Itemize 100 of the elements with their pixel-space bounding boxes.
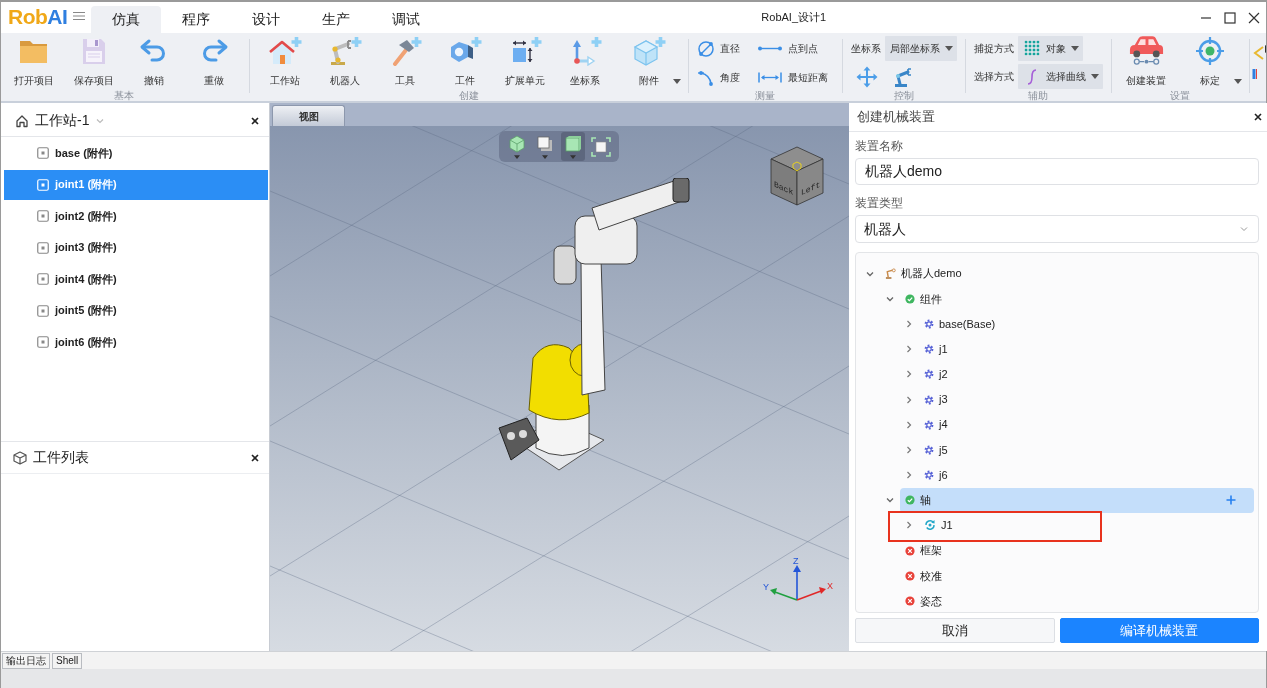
caret-icon [1090, 74, 1099, 80]
chevron-right-icon[interactable] [904, 369, 914, 380]
compile-button[interactable]: 编译机械装置 [1059, 618, 1259, 643]
shaded-cube-icon [507, 134, 527, 154]
field-label: 装置类型 [855, 196, 904, 210]
tab[interactable]: Shell [52, 652, 83, 669]
move-arrows-icon[interactable] [855, 65, 878, 88]
tree-item[interactable]: joint6 (附件) [4, 327, 268, 357]
gear-icon [924, 394, 934, 405]
app-logo: RobAI [8, 5, 68, 29]
tree-item[interactable]: j1 [919, 339, 952, 360]
tree-item[interactable]: joint2 (附件) [4, 201, 268, 231]
add-icon[interactable] [1226, 495, 1236, 506]
ribbon-menu-button[interactable]: 附件 [614, 33, 683, 90]
close-icon[interactable] [1248, 11, 1260, 24]
dropdown[interactable]: 选择曲线 [1017, 64, 1103, 90]
ribbon-button[interactable]: 坐标系 [554, 33, 615, 90]
station-dropdown[interactable]: 工作站-1 [15, 110, 106, 131]
group-label: 测量 [755, 90, 776, 102]
caret-icon [944, 45, 953, 51]
tree-item[interactable]: 组件 [899, 288, 946, 309]
group-label: 控制 [893, 90, 914, 102]
ribbon-button[interactable]: 扩展单元 [494, 33, 555, 90]
layered-squares-icon [535, 134, 555, 154]
tree-item[interactable]: 框架 [899, 540, 946, 561]
tree-item[interactable]: joint3 (附件) [4, 232, 268, 263]
ribbon-button[interactable]: 撤销 [124, 33, 184, 90]
close-icon[interactable] [1254, 113, 1262, 121]
tree-item[interactable]: j6 [919, 465, 952, 486]
chevron-right-icon[interactable] [904, 520, 914, 531]
caret-icon [672, 78, 681, 84]
fit-view-icon [591, 136, 611, 157]
chevron-right-icon[interactable] [904, 419, 914, 430]
tree-item[interactable]: base (附件) [4, 138, 268, 168]
group-label: 辅助 [1028, 90, 1049, 102]
menu-icon[interactable] [73, 11, 86, 21]
rotate-icon [924, 519, 936, 532]
chevron-right-icon[interactable] [904, 318, 914, 329]
ribbon-button[interactable]: 最短距离 [753, 64, 838, 91]
angle-icon [697, 68, 716, 87]
tree-item[interactable]: joint5 (附件) [4, 295, 268, 326]
tree-item[interactable]: joint4 (附件) [4, 264, 268, 294]
chevron-right-icon[interactable] [904, 470, 914, 481]
dot-grid-icon [1022, 39, 1041, 58]
maximize-icon[interactable] [1224, 11, 1236, 24]
ribbon-button[interactable]: 角度 [693, 64, 754, 91]
tree-item[interactable]: 校准 [899, 565, 946, 586]
distance-icon [757, 72, 784, 83]
gear-icon [924, 470, 934, 481]
cancel-button[interactable]: 取消 [855, 618, 1055, 643]
ribbon-button[interactable]: 创建装置 [1116, 33, 1177, 90]
tab[interactable]: 输出日志 [2, 652, 50, 669]
tree-item[interactable]: j2 [919, 364, 952, 385]
tab[interactable]: 设计 [231, 6, 302, 33]
tree-item[interactable]: j3 [919, 389, 952, 410]
tab[interactable]: 生产 [301, 6, 372, 33]
ribbon-menu-button[interactable]: 标定 [1176, 33, 1245, 90]
view-tab[interactable]: 视图 [272, 105, 345, 126]
tree-item[interactable]: j4 [919, 414, 952, 435]
dropdown[interactable]: 局部坐标系 [884, 35, 957, 61]
select-field[interactable]: 机器人 [855, 215, 1259, 243]
panel-title: 工件列表 [33, 448, 89, 467]
ribbon-button[interactable]: 重做 [184, 33, 244, 90]
chevron-right-icon[interactable] [904, 344, 914, 355]
ribbon-button[interactable]: 工件 [434, 33, 495, 90]
window-title: RobAI_设计1 [761, 10, 827, 26]
tree-item[interactable]: j5 [919, 439, 952, 460]
ribbon-button[interactable]: 工具 [374, 33, 435, 90]
combo-label: 选择方式 [973, 70, 1014, 85]
gear-icon [924, 318, 934, 329]
point-line-icon [757, 46, 784, 51]
tab[interactable]: 程序 [161, 6, 232, 33]
tree-item[interactable]: 姿态 [899, 591, 946, 612]
chevron-right-icon[interactable] [904, 444, 914, 455]
ribbon-button[interactable]: 机器人 [314, 33, 375, 90]
dropdown[interactable]: 对象 [1017, 35, 1083, 61]
house-plus-icon [267, 36, 302, 66]
close-icon[interactable] [251, 116, 259, 125]
ribbon-button[interactable]: 工作站 [254, 33, 315, 90]
ribbon-button[interactable]: 保存项目 [64, 33, 124, 90]
tree-item[interactable]: 机器人demo [880, 263, 966, 284]
close-icon[interactable] [251, 453, 259, 462]
cube-outline-icon [13, 450, 27, 465]
input-field[interactable]: 机器人demo [855, 158, 1259, 185]
combo-label: 坐标系 [850, 41, 881, 56]
tab[interactable]: 调试 [371, 6, 442, 33]
view-cube[interactable]: Back Left [767, 145, 827, 207]
ribbon-button[interactable]: 直径 [693, 35, 754, 62]
view-tool-button[interactable] [561, 132, 585, 161]
gear-icon [924, 369, 934, 380]
tree-item[interactable]: 轴 [899, 487, 1254, 513]
combo-label: 捕捉方式 [973, 41, 1014, 56]
chevron-right-icon[interactable] [904, 394, 914, 405]
ribbon-button[interactable]: 打开项目 [4, 33, 64, 90]
ribbon-button[interactable]: 点到点 [753, 35, 838, 62]
tree-item[interactable]: J1 [919, 515, 957, 536]
tab[interactable]: 仿真 [91, 6, 162, 33]
group-label: 基本 [114, 90, 134, 102]
tree-item[interactable]: base(Base) [919, 313, 1000, 334]
diameter-icon [697, 39, 716, 58]
